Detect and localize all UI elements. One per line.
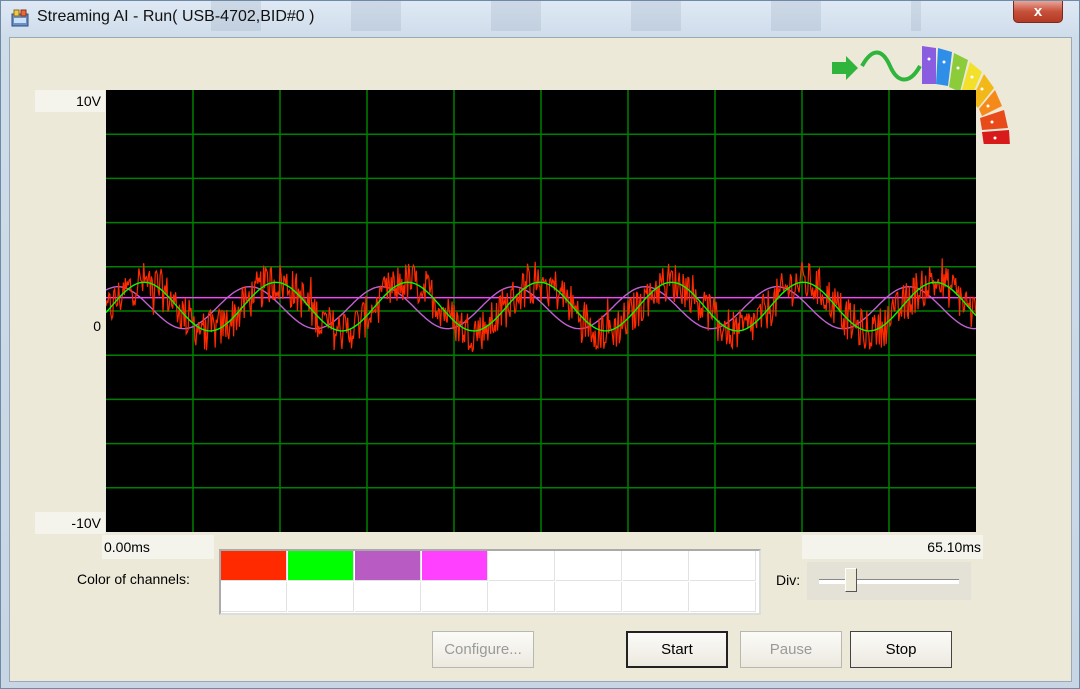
- channel-color-empty-cell[interactable]: [556, 582, 622, 612]
- title-bar[interactable]: Streaming AI - Run( USB-4702,BID#0 ) x: [1, 1, 1080, 35]
- channel-color-empty-cell[interactable]: [690, 551, 756, 581]
- x-axis-end-label: 65.10ms: [802, 535, 983, 559]
- color-of-channels-label: Color of channels:: [77, 571, 190, 587]
- channel-color-empty-cell[interactable]: [288, 582, 354, 612]
- div-slider-track: [819, 579, 959, 584]
- div-label: Div:: [776, 572, 801, 588]
- channel-color-empty-cell[interactable]: [690, 582, 756, 612]
- close-button[interactable]: x: [1013, 1, 1063, 23]
- channel-color-empty-cell[interactable]: [221, 582, 287, 612]
- app-icon: [11, 9, 29, 27]
- channel-color-swatch-3[interactable]: [422, 551, 488, 581]
- channel-color-empty-cell[interactable]: [489, 551, 555, 581]
- channel-color-empty-cell[interactable]: [623, 582, 689, 612]
- y-axis-zero-label: 0: [93, 318, 101, 334]
- div-slider-thumb[interactable]: [844, 568, 857, 592]
- stop-button[interactable]: Stop: [850, 631, 952, 668]
- channel-color-empty-cell[interactable]: [422, 582, 488, 612]
- y-axis-min-label: -10V: [35, 512, 105, 534]
- pause-button[interactable]: Pause: [740, 631, 842, 668]
- dialog-client-area: 10V 0 -10V 0.00ms 65.10ms Color of chann…: [9, 37, 1072, 682]
- start-button[interactable]: Start: [626, 631, 728, 668]
- channel-color-empty-cell[interactable]: [623, 551, 689, 581]
- channel-color-empty-cell[interactable]: [489, 582, 555, 612]
- configure-button[interactable]: Configure...: [432, 631, 534, 668]
- div-slider[interactable]: [807, 562, 971, 600]
- window-title: Streaming AI - Run( USB-4702,BID#0 ): [37, 8, 315, 25]
- x-axis-start-label: 0.00ms: [102, 535, 214, 559]
- waveform-chart: [106, 90, 976, 532]
- y-axis-max-label: 10V: [35, 90, 105, 112]
- waveform-plot: [106, 90, 976, 532]
- channel-color-empty-cell[interactable]: [556, 551, 622, 581]
- channel-color-empty-cell[interactable]: [355, 582, 421, 612]
- channel-color-swatch-1[interactable]: [288, 551, 354, 581]
- app-window: Streaming AI - Run( USB-4702,BID#0 ) x 1…: [0, 0, 1080, 689]
- channel-color-swatch-2[interactable]: [355, 551, 421, 581]
- channel-color-swatch-0[interactable]: [221, 551, 287, 581]
- channel-color-grid: [219, 549, 761, 615]
